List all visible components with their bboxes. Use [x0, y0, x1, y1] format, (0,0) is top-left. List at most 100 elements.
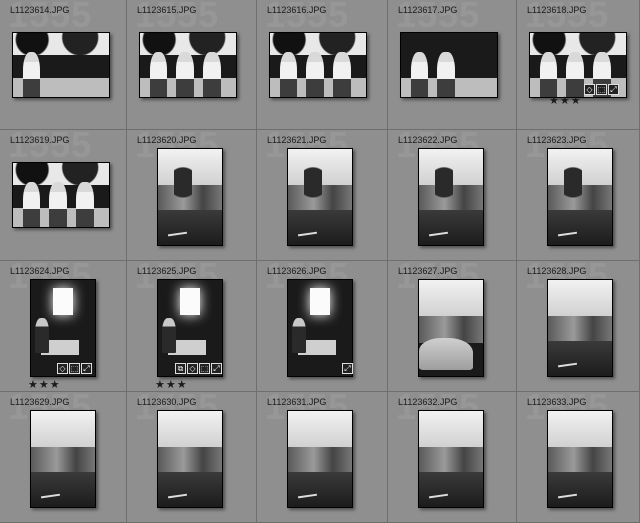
- metadata-badge-icon[interactable]: ◇: [584, 84, 595, 95]
- filename-label: L1123626.JPG: [267, 266, 327, 276]
- photo-thumbnail[interactable]: [400, 32, 498, 98]
- thumbnail-image-detail: [31, 411, 95, 450]
- thumbnail-cell[interactable]: 1555L1123620.JPG: [127, 130, 257, 261]
- thumbnail-image-detail: [161, 318, 176, 353]
- thumbnail-image-detail: [548, 210, 612, 245]
- thumbnail-cell[interactable]: 1555 L1123614.JPG: [0, 0, 127, 130]
- star-rating[interactable]: ★★★: [155, 378, 188, 391]
- thumbnail-image-detail: [174, 166, 192, 207]
- filename-label: L1123631.JPG: [267, 397, 327, 407]
- thumbnail-image-detail: [158, 447, 222, 475]
- photo-thumbnail[interactable]: [418, 410, 484, 508]
- thumbnail-cell[interactable]: 1555L1123633.JPG: [517, 392, 640, 523]
- thumbnail-cell[interactable]: 1555L1123629.JPG: [0, 392, 127, 523]
- thumbnail-image-detail: [288, 210, 352, 245]
- filename-label: L1123617.JPG: [398, 5, 458, 15]
- thumbnail-cell[interactable]: 1555 L1123617.JPG: [388, 0, 517, 130]
- filename-label: L1123625.JPG: [137, 266, 197, 276]
- thumbnail-image-detail: [419, 337, 474, 371]
- photo-thumbnail[interactable]: [287, 410, 353, 508]
- thumbnail-image-detail: [539, 52, 557, 97]
- thumbnail-cell[interactable]: 1555L1123623.JPG: [517, 130, 640, 261]
- thumbnail-cell[interactable]: 1555L1123626.JPG⤢: [257, 261, 388, 392]
- thumbnail-image-detail: [548, 411, 612, 450]
- photo-thumbnail[interactable]: [12, 162, 110, 228]
- metadata-badge-icon[interactable]: ◇: [57, 363, 68, 374]
- photo-thumbnail[interactable]: [30, 410, 96, 508]
- thumbnail-image-detail: [419, 447, 483, 475]
- thumbnail-image-detail: [304, 166, 322, 207]
- thumbnail-image-detail: [158, 210, 222, 245]
- thumbnail-image-detail: [158, 472, 222, 507]
- photo-thumbnail[interactable]: [547, 148, 613, 246]
- star-rating[interactable]: ★★★: [28, 378, 61, 391]
- photo-thumbnail[interactable]: [157, 148, 223, 246]
- thumbnail-image-detail: [419, 472, 483, 507]
- thumbnail-image-detail: [410, 52, 428, 97]
- thumbnail-image-detail: [49, 182, 67, 227]
- thumbnail-image-detail: [548, 280, 612, 319]
- filename-label: L1123619.JPG: [10, 135, 70, 145]
- thumbnail-cell[interactable]: 1555 L1123615.JPG: [127, 0, 257, 130]
- thumbnail-image-detail: [53, 287, 73, 315]
- thumbnail-cell[interactable]: 1555L1123627.JPG: [388, 261, 517, 392]
- thumbnail-image-detail: [176, 52, 194, 97]
- thumbnail-image-detail: [31, 447, 95, 475]
- thumbnail-image-detail: [288, 447, 352, 475]
- photo-thumbnail[interactable]: [418, 279, 484, 377]
- thumbnail-cell[interactable]: 1555L1123624.JPG★★★◇⬚⤢: [0, 261, 127, 392]
- metadata-badge-icon[interactable]: ⤢: [211, 363, 222, 374]
- photo-thumbnail[interactable]: [269, 32, 367, 98]
- photo-thumbnail[interactable]: [418, 148, 484, 246]
- filename-label: L1123628.JPG: [527, 266, 587, 276]
- photo-thumbnail[interactable]: [157, 410, 223, 508]
- thumbnail-cell[interactable]: 1555L1123630.JPG: [127, 392, 257, 523]
- thumbnail-cell[interactable]: 1555L1123625.JPG★★★⧉◇⬚⤢: [127, 261, 257, 392]
- thumbnail-cell[interactable]: 1555 L1123618.JPG ★★★ ◇ ⬚ ⤢: [517, 0, 640, 130]
- filename-label: L1123615.JPG: [137, 5, 197, 15]
- thumbnail-cell[interactable]: 1555L1123622.JPG: [388, 130, 517, 261]
- photo-thumbnail[interactable]: [287, 148, 353, 246]
- metadata-badge-icon[interactable]: ⬚: [199, 363, 210, 374]
- filename-label: L1123630.JPG: [137, 397, 197, 407]
- thumbnail-cell[interactable]: 1555 L1123616.JPG: [257, 0, 388, 130]
- thumbnail-image-detail: [548, 341, 612, 376]
- photo-thumbnail[interactable]: [547, 410, 613, 508]
- thumbnail-image-detail: [31, 472, 95, 507]
- photo-thumbnail[interactable]: [12, 32, 110, 98]
- filename-label: L1123614.JPG: [10, 5, 70, 15]
- thumbnail-badges: ⧉ ◇ ⬚ ⤢: [175, 363, 222, 374]
- thumbnail-image-detail: [180, 287, 200, 315]
- metadata-badge-icon[interactable]: ⤢: [81, 363, 92, 374]
- metadata-badge-icon[interactable]: ⤢: [342, 363, 353, 374]
- thumbnail-image-detail: [333, 52, 351, 97]
- thumbnail-cell[interactable]: 1555L1123631.JPG: [257, 392, 388, 523]
- thumbnail-badges: ◇ ⬚ ⤢: [57, 363, 92, 374]
- thumbnail-image-detail: [22, 52, 40, 97]
- star-rating[interactable]: ★★★: [549, 94, 582, 107]
- thumbnail-image-detail: [149, 52, 167, 97]
- thumbnail-image-detail: [288, 472, 352, 507]
- thumbnail-image-detail: [419, 280, 483, 319]
- thumbnail-image-detail: [158, 411, 222, 450]
- filename-label: L1123621.JPG: [267, 135, 327, 145]
- thumbnail-image-detail: [76, 182, 94, 227]
- filename-label: L1123623.JPG: [527, 135, 587, 145]
- thumbnail-cell[interactable]: 1555L1123632.JPG: [388, 392, 517, 523]
- thumbnail-image-detail: [203, 52, 221, 97]
- thumbnail-image-detail: [279, 52, 297, 97]
- thumbnail-cell[interactable]: 1555 L1123619.JPG: [0, 130, 127, 261]
- thumbnail-cell[interactable]: 1555L1123628.JPG: [517, 261, 640, 392]
- metadata-badge-icon[interactable]: ⬚: [596, 84, 607, 95]
- metadata-badge-icon[interactable]: ◇: [187, 363, 198, 374]
- thumbnail-image-detail: [34, 318, 49, 353]
- thumbnail-image-detail: [291, 318, 306, 353]
- metadata-badge-icon[interactable]: ⬚: [69, 363, 80, 374]
- thumbnail-badges: ⤢: [342, 363, 353, 374]
- photo-thumbnail[interactable]: [139, 32, 237, 98]
- thumbnail-cell[interactable]: 1555L1123621.JPG: [257, 130, 388, 261]
- metadata-badge-icon[interactable]: ⧉: [175, 363, 186, 374]
- metadata-badge-icon[interactable]: ⤢: [608, 84, 619, 95]
- photo-thumbnail[interactable]: [547, 279, 613, 377]
- thumbnail-badges: ◇ ⬚ ⤢: [584, 84, 619, 95]
